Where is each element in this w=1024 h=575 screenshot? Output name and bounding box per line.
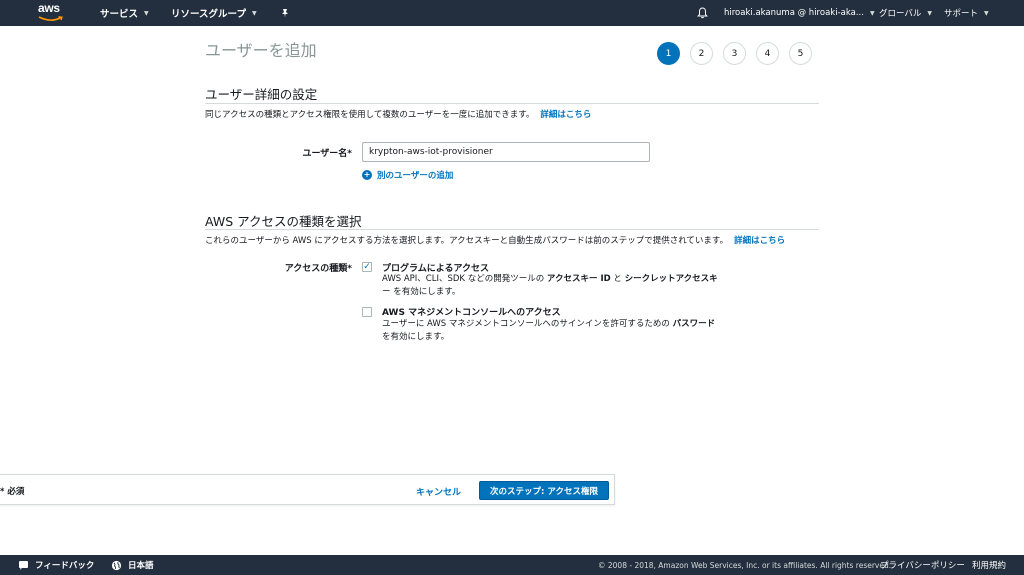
learn-more-link[interactable]: 詳細はこちら	[734, 236, 785, 246]
access-key-id-text: アクセスキー ID	[546, 274, 611, 284]
console-access-title: AWS マネジメントコンソールへのアクセス	[382, 308, 561, 318]
support-label: サポート	[944, 9, 979, 19]
user-details-description-text: 同じアクセスの種類とアクセス権限を使用して複数のユーザーを一度に追加できます。	[205, 110, 535, 120]
section-divider	[205, 229, 819, 230]
chevron-down-icon: ▼	[251, 9, 257, 17]
chevron-down-icon: ▼	[144, 9, 149, 17]
language-selector[interactable]: 日本語	[111, 555, 154, 575]
pin-button[interactable]	[280, 0, 290, 26]
access-type-heading: AWS アクセスの種類を選択	[205, 214, 362, 229]
action-bar: * 必須 キャンセル 次のステップ: アクセス権限	[0, 474, 615, 505]
account-menu[interactable]: hiroaki.akanuma @ hiroaki-aka... ▼	[724, 0, 875, 26]
aws-logo-text: aws	[38, 1, 60, 15]
console-access-checkbox[interactable]	[362, 307, 372, 317]
access-type-description: これらのユーザーから AWS にアクセスする方法を選択します。アクセスキーと自動…	[205, 234, 785, 246]
resource-groups-label: リソースグループ	[171, 9, 246, 20]
services-menu[interactable]: サービス ▼	[100, 0, 149, 26]
notifications-button[interactable]	[697, 0, 708, 26]
account-label: hiroaki.akanuma @ hiroaki-aka...	[724, 8, 864, 18]
section-divider	[205, 103, 819, 104]
programmatic-desc-text-1: AWS API、CLI、SDK などの開発ツールの	[382, 274, 545, 284]
support-menu[interactable]: サポート ▼	[944, 0, 989, 26]
programmatic-desc-text-3: ー を有効にします。	[382, 286, 461, 297]
next-step-button[interactable]: 次のステップ: アクセス権限	[479, 481, 609, 500]
programmatic-access-description: AWS API、CLI、SDK などの開発ツールの アクセスキー ID と シー…	[382, 273, 742, 298]
chevron-down-icon: ▼	[869, 9, 875, 17]
user-details-heading: ユーザー詳細の設定	[205, 87, 318, 102]
terms-link[interactable]: 利用規約	[972, 555, 1006, 575]
access-type-description-text: これらのユーザーから AWS にアクセスする方法を選択します。アクセスキーと自動…	[205, 236, 729, 246]
region-label: グローバル	[879, 9, 922, 19]
secret-access-key-text: シークレットアクセスキ	[624, 274, 718, 284]
feedback-label: フィードバック	[35, 561, 95, 571]
programmatic-access-checkbox[interactable]: ✓	[362, 262, 372, 272]
page-title: ユーザーを追加	[205, 41, 317, 60]
wizard-steps: 1 2 3 4 5	[657, 42, 812, 65]
pin-icon	[282, 9, 288, 18]
cancel-button[interactable]: キャンセル	[416, 485, 461, 498]
resource-groups-menu[interactable]: リソースグループ ▼	[171, 0, 257, 26]
footer: フィードバック 日本語 © 2008 - 2018, Amazon Web Se…	[0, 555, 1024, 575]
add-another-user-label: 別のユーザーの追加	[377, 171, 454, 181]
checkmark-icon: ✓	[363, 262, 371, 272]
step-3[interactable]: 3	[723, 42, 746, 65]
step-1[interactable]: 1	[657, 42, 680, 65]
password-text: パスワード	[672, 319, 716, 329]
access-type-label: アクセスの種類*	[284, 264, 352, 274]
copyright-text: © 2008 - 2018, Amazon Web Services, Inc.…	[598, 560, 892, 570]
chevron-down-icon: ▼	[984, 9, 989, 17]
feedback-button[interactable]: フィードバック	[18, 555, 94, 575]
step-4[interactable]: 4	[756, 42, 779, 65]
language-label: 日本語	[128, 561, 154, 571]
username-input[interactable]	[362, 142, 650, 162]
chevron-down-icon: ▼	[927, 9, 933, 17]
step-2[interactable]: 2	[690, 42, 713, 65]
speech-bubble-icon	[19, 560, 28, 570]
console-desc-text-1: ユーザーに AWS マネジメントコンソールへのサインインを許可するための	[382, 319, 670, 329]
bell-icon	[697, 7, 708, 19]
programmatic-desc-text-2: と	[613, 274, 622, 284]
learn-more-link[interactable]: 詳細はこちら	[540, 110, 591, 120]
console-desc-text-2: を有効にします。	[382, 331, 450, 342]
console-access-description: ユーザーに AWS マネジメントコンソールへのサインインを許可するための パスワ…	[382, 318, 742, 343]
plus-circle-icon: +	[362, 170, 372, 180]
required-note: * 必須	[0, 487, 25, 497]
globe-icon	[111, 560, 122, 570]
top-navigation: aws サービス ▼ リソースグループ ▼ hiroaki.akanuma @ …	[0, 0, 1024, 26]
username-label: ユーザー名*	[302, 149, 352, 159]
user-details-description: 同じアクセスの種類とアクセス権限を使用して複数のユーザーを一度に追加できます。詳…	[205, 108, 591, 120]
aws-smile-icon	[38, 16, 63, 21]
region-menu[interactable]: グローバル ▼	[879, 0, 932, 26]
aws-logo[interactable]: aws	[38, 1, 66, 23]
privacy-policy-link[interactable]: プライバシーポリシー	[880, 555, 965, 575]
add-another-user-link[interactable]: + 別のユーザーの追加	[362, 169, 453, 181]
services-label: サービス	[100, 9, 139, 20]
step-5[interactable]: 5	[789, 42, 812, 65]
